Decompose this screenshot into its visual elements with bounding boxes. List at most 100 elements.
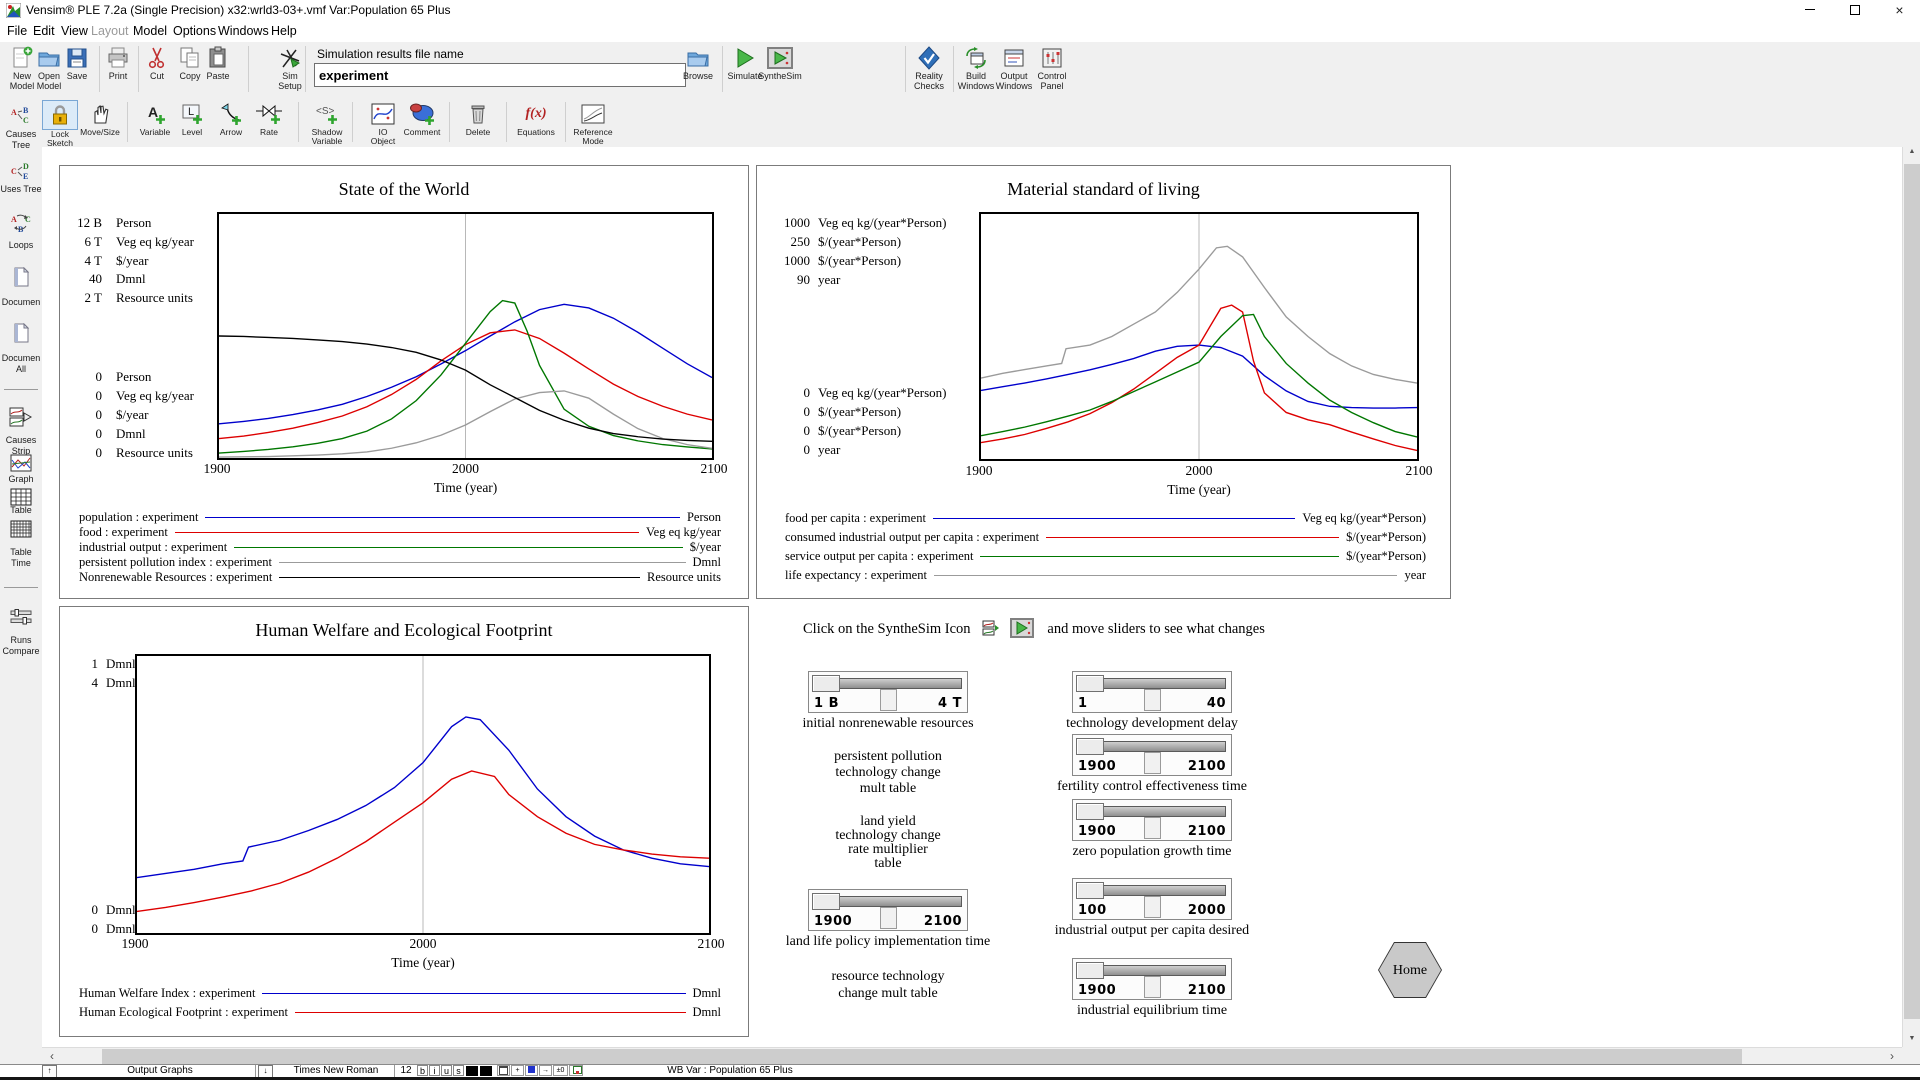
delete-button[interactable]: Delete [451,100,505,146]
scroll-left-icon[interactable]: ‹ [44,1048,60,1065]
comment-button[interactable]: Comment [395,100,449,146]
slider[interactable]: 140 [1072,671,1232,713]
legend-line [175,532,639,533]
status-divider [255,1065,256,1077]
slider-handle[interactable] [812,675,840,692]
menu-windows[interactable]: Windows [218,24,269,38]
print-button[interactable]: Print [96,44,140,96]
sidebar-item-loops[interactable]: Loops [0,240,42,251]
status-blue-swatch[interactable] [525,1065,538,1076]
menu-layout[interactable]: Layout [91,24,129,38]
svg-text:A: A [11,108,17,117]
slider[interactable]: 1900 2100 [1072,958,1232,1000]
reality-checks-button[interactable]: RealityChecks [907,44,951,96]
slider[interactable]: 1 B4 T [808,671,968,713]
y-axis-label: 250$/(year*Person) [757,234,979,250]
sidebar-item-table-time[interactable]: TableTime [0,547,42,568]
slider-table-label-line: table [758,857,1018,871]
browse-button[interactable]: Browse [676,44,720,96]
status-style-b[interactable]: b [417,1065,428,1076]
menu-help[interactable]: Help [271,24,297,38]
slider-reset-marker[interactable] [880,907,897,929]
restore-button[interactable] [1832,0,1877,22]
status-style-s[interactable]: s [453,1065,464,1076]
scroll-up-icon[interactable]: ▲ [1903,148,1920,155]
slider-min-label: 1900 [1078,983,1116,998]
equations-button[interactable]: f(x)Equations [509,100,563,146]
svg-text:E: E [23,172,28,180]
slider-handle[interactable] [1076,962,1104,979]
synthesim-hint: Click on the SyntheSim Icon and move sli… [803,618,1265,640]
status-pc-icon[interactable] [569,1065,583,1076]
paste-button[interactable]: Paste [196,44,240,96]
status-window-icon[interactable] [497,1065,510,1076]
menu-options[interactable]: Options [173,24,216,38]
horizontal-scrollbar[interactable]: ‹ › [42,1047,1902,1065]
sidebar-item-graph[interactable]: Graph [0,474,42,485]
slider-caption: land life policy implementation time [758,934,1018,950]
svg-text:C: C [23,116,29,125]
y-axis-unit: Dmnl [106,656,136,672]
lock-icon [48,103,72,127]
vertical-scroll-thumb[interactable] [1904,164,1920,1019]
sim-file-input[interactable] [314,63,686,87]
sidebar-item-document-all[interactable]: DocumenAll [0,353,42,374]
status-color-swatch[interactable] [466,1066,478,1076]
rate-button[interactable]: Rate [242,100,296,146]
sidebar: ABCCausesTreeCDEUses TreeABCLoopsDocumen… [0,147,43,1047]
slider-handle[interactable] [1076,803,1104,820]
slider-reset-marker[interactable] [1144,817,1161,839]
minimize-button[interactable] [1787,0,1832,22]
slider-reset-marker[interactable] [880,689,897,711]
close-button[interactable]: × [1877,0,1920,22]
slider-handle[interactable] [1076,738,1104,755]
save-button[interactable]: Save [55,44,99,96]
slider-reset-marker[interactable] [1144,689,1161,711]
legend-row: Human Welfare Index : experimentDmnl [79,985,721,1001]
slider[interactable]: 19002100 [808,889,968,931]
slider-reset-marker[interactable] [1144,976,1161,998]
slider-handle[interactable] [1076,675,1104,692]
slider[interactable]: 19002100 [1072,734,1232,776]
scroll-down-icon[interactable]: ▼ [1903,1035,1920,1042]
legend-row: life expectancy : experimentyear [785,567,1426,583]
sidebar-item-table[interactable]: Table [0,505,42,516]
slider-handle[interactable] [1076,882,1104,899]
vertical-scrollbar[interactable]: ▲ ▼ [1902,147,1920,1047]
slider[interactable]: 1002000 [1072,878,1232,920]
sidebar-item-document[interactable]: Documen [0,297,42,308]
status-crosshair-icon[interactable]: + [511,1065,524,1076]
menu-edit[interactable]: Edit [33,24,55,38]
status-style-u[interactable]: u [441,1065,452,1076]
status-arrow-icon[interactable]: → [539,1065,552,1076]
status-precision-icon[interactable]: ±0 [553,1065,568,1076]
slider-handle[interactable] [812,893,840,910]
reference-mode-button[interactable]: ReferenceMode [566,100,620,146]
menu-file[interactable]: File [7,24,27,38]
slider-reset-marker[interactable] [1144,752,1161,774]
scroll-right-icon[interactable]: › [1884,1048,1900,1065]
horizontal-scroll-thumb[interactable] [102,1049,1742,1064]
status-style-i[interactable]: i [429,1065,440,1076]
slider[interactable]: 19002100 [1072,799,1232,841]
synthesim-button[interactable]: SyntheSim [758,44,802,96]
status-font-size[interactable]: 12 [397,1065,415,1077]
slider-table-label-line: land yield [758,815,1018,829]
menu-view[interactable]: View [61,24,88,38]
sidebar-item-causes-tree[interactable]: CausesTree [0,129,42,150]
causes-strip-mini-icon[interactable] [982,620,1000,641]
menu-model[interactable]: Model [133,24,167,38]
sidebar-item-runs-compare[interactable]: RunsCompare [0,635,42,656]
vensim-logo-icon [6,3,21,18]
slider-reset-marker[interactable] [1144,896,1161,918]
control-panel-button[interactable]: ControlPanel [1030,44,1074,96]
synthesim-mini-icon[interactable] [1010,618,1034,643]
sidebar-item-uses-tree[interactable]: Uses Tree [0,184,42,195]
status-output-selector[interactable]: Output Graphs [70,1065,250,1077]
status-font-name[interactable]: Times New Roman [280,1065,392,1077]
y-axis-value: 0 [60,388,102,404]
shadow-variable-button[interactable]: <S>ShadowVariable [300,100,354,146]
move-size-button[interactable]: Move/Size [73,100,127,146]
slider-max-label: 2100 [1188,983,1226,998]
status-color-swatch[interactable] [480,1066,492,1076]
